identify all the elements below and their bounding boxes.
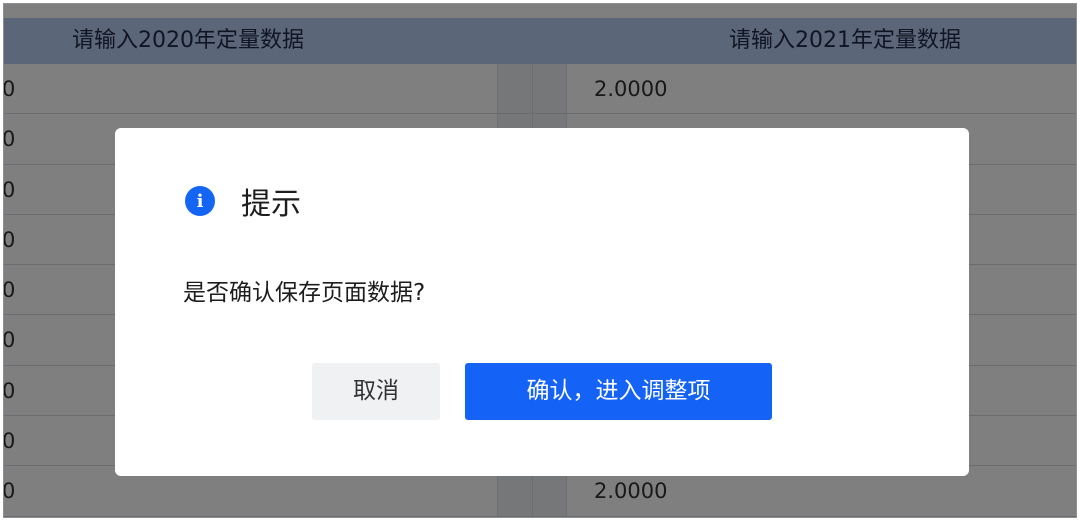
confirm-dialog: i 提示 是否确认保存页面数据? 取消 确认，进入调整项 <box>115 128 969 476</box>
page: 请输入2020年定量数据 请输入2021年定量数据 0 2.0000 0 0 0… <box>3 3 1077 518</box>
info-icon: i <box>185 186 215 216</box>
dialog-message: 是否确认保存页面数据? <box>183 280 426 306</box>
confirm-adjust-button[interactable]: 确认，进入调整项 <box>465 363 772 420</box>
dialog-title: 提示 <box>241 187 301 222</box>
dialog-header: i 提示 <box>185 183 301 222</box>
cancel-button[interactable]: 取消 <box>312 363 440 420</box>
